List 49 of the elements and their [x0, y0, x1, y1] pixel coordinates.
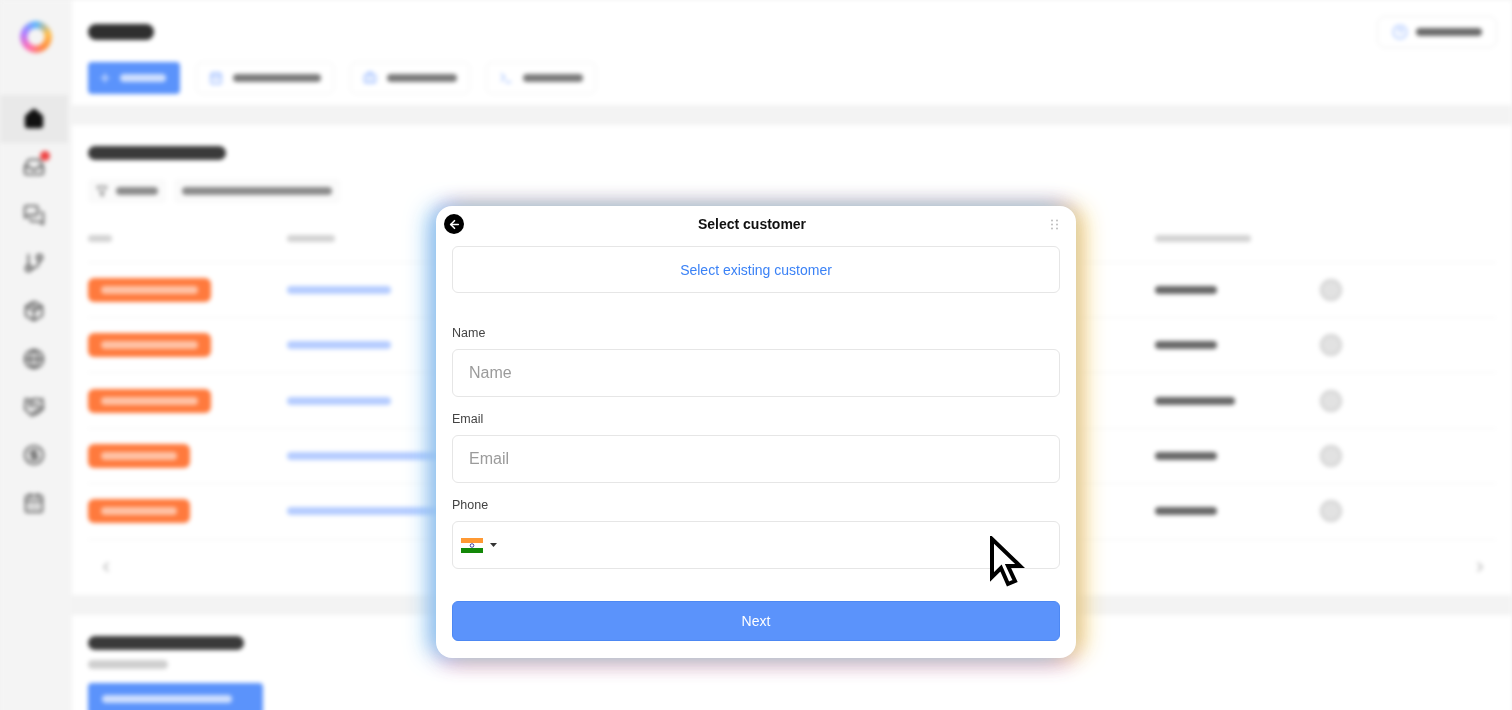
blurred-column-header — [287, 234, 335, 242]
text-input[interactable]: Name — [452, 349, 1060, 397]
flag-icon — [461, 537, 483, 553]
plus-icon — [98, 71, 112, 85]
blurred-link-text[interactable] — [287, 285, 391, 294]
drag-handle-icon[interactable] — [1051, 218, 1058, 230]
field-label: Phone — [452, 497, 489, 513]
circle-icon[interactable] — [1320, 389, 1342, 412]
circle-icon[interactable] — [1320, 334, 1342, 357]
circle-icon[interactable] — [1320, 278, 1342, 301]
blurred-link-text[interactable] — [287, 396, 391, 405]
blurred-amount-text — [1155, 341, 1217, 350]
circle-icon[interactable] — [1320, 444, 1342, 467]
blurred-amount-text — [1155, 285, 1217, 294]
package-icon — [23, 300, 45, 322]
dialog-title: Select customer — [697, 216, 807, 232]
caret-icon — [490, 543, 497, 547]
blurred-link-text[interactable] — [287, 341, 391, 350]
blurred-amount-text — [1155, 451, 1217, 460]
select-existing-customer-button[interactable]: Select existing customer — [452, 246, 1060, 293]
logo-icon — [20, 21, 52, 53]
field-label: Email — [452, 411, 484, 427]
arrow-left-icon — [447, 217, 461, 231]
calendar-icon — [23, 492, 45, 514]
chat-icon — [23, 204, 45, 226]
filter-icon — [96, 185, 108, 197]
briefcase-icon — [363, 71, 377, 85]
home-icon — [23, 108, 45, 130]
blurred-heading-text — [88, 24, 154, 40]
primary-action-button[interactable] — [88, 62, 180, 94]
terminal-icon — [499, 71, 513, 85]
dollar-icon — [23, 444, 45, 466]
calendar-icon — [209, 71, 223, 85]
text-input[interactable]: Email — [452, 435, 1060, 483]
summary-action-button[interactable] — [88, 683, 263, 710]
blurred-column-header — [88, 234, 112, 242]
circle-icon[interactable] — [1320, 500, 1342, 523]
next-button[interactable]: Next — [452, 601, 1060, 641]
blurred-amount-text — [1155, 507, 1217, 516]
field-label: Name — [452, 325, 486, 341]
branch-icon — [23, 252, 45, 274]
help-icon — [1392, 24, 1408, 40]
phone-input-field[interactable] — [452, 521, 1060, 569]
globe-icon — [23, 348, 45, 370]
inbox-icon — [23, 156, 45, 178]
mouse-pointer-icon — [989, 536, 1025, 587]
sidebar-item[interactable] — [0, 95, 68, 143]
back-button[interactable] — [444, 214, 464, 234]
handshake-icon — [23, 396, 45, 418]
